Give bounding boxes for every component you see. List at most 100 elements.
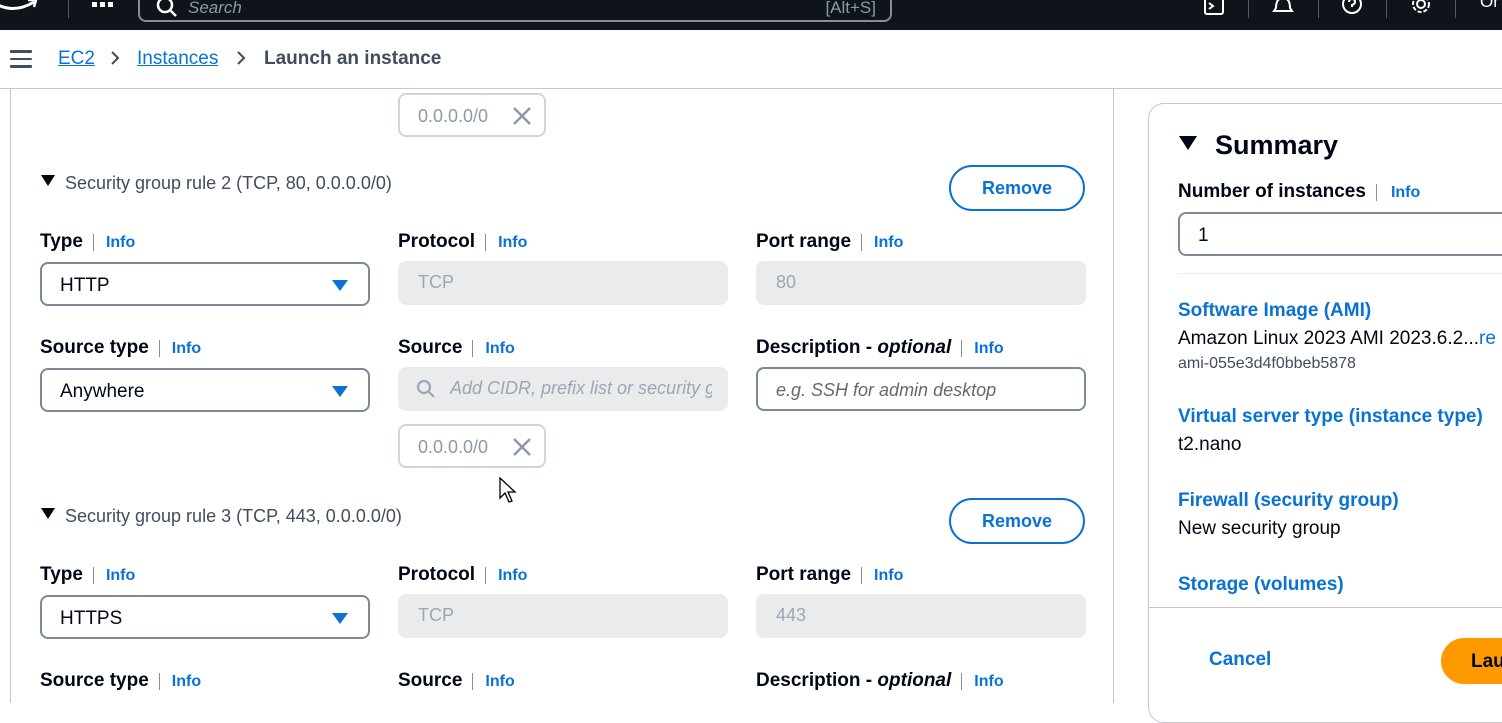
remove-rule-button[interactable]: Remove xyxy=(949,165,1085,211)
port-range-value: 443 xyxy=(776,605,807,625)
info-link[interactable]: Info xyxy=(92,234,136,251)
info-link[interactable]: Info xyxy=(92,567,136,584)
rule-heading-text: Security group rule 3 (TCP, 443, 0.0.0.0… xyxy=(65,506,402,526)
source-label-text: Source xyxy=(398,670,463,691)
info-link[interactable]: Info xyxy=(472,340,515,357)
description-input[interactable]: e.g. SSH for admin desktop xyxy=(756,367,1086,411)
source-token-value: 0.0.0.0/0 xyxy=(418,437,489,457)
ami-id: ami-055e3d4f0bbeb5878 xyxy=(1178,355,1356,372)
protocol-label: Protocol Info xyxy=(398,231,528,253)
bell-icon[interactable] xyxy=(1271,0,1295,18)
type-label: Type Info xyxy=(40,231,136,253)
info-link[interactable]: Info xyxy=(1375,184,1421,201)
caret-down-icon xyxy=(1179,136,1197,150)
type-select-value: HTTPS xyxy=(60,608,123,629)
optional-text: optional xyxy=(877,670,952,691)
firewall-link[interactable]: Firewall (security group) xyxy=(1178,490,1399,512)
cloudshell-icon[interactable] xyxy=(1202,0,1226,18)
search-icon xyxy=(416,379,435,398)
source-type-label: Source type Info xyxy=(40,337,202,359)
gear-icon[interactable] xyxy=(1409,0,1433,18)
source-type-label-text: Source type xyxy=(40,337,149,358)
source-token: 0.0.0.0/0 xyxy=(398,424,546,468)
account-menu[interactable]: Or xyxy=(1480,0,1499,12)
type-select[interactable]: HTTPS xyxy=(40,595,370,639)
divider xyxy=(68,0,69,18)
description-placeholder: e.g. SSH for admin desktop xyxy=(776,380,997,400)
protocol-label: Protocol Info xyxy=(398,564,528,586)
source-label: Source Info xyxy=(398,670,515,692)
menu-icon[interactable] xyxy=(10,50,32,68)
info-link[interactable]: Info xyxy=(961,673,1004,690)
launch-button-label: Lau xyxy=(1471,651,1502,672)
caret-down-icon xyxy=(332,386,348,397)
port-range-label: Port range Info xyxy=(756,564,904,586)
summary-heading[interactable]: Summary xyxy=(1179,130,1338,161)
remove-rule-button[interactable]: Remove xyxy=(949,498,1085,544)
storage-link[interactable]: Storage (volumes) xyxy=(1178,574,1344,596)
info-link[interactable]: Info xyxy=(861,567,904,584)
divider xyxy=(1248,0,1249,18)
source-type-select[interactable]: Anywhere xyxy=(40,368,370,412)
optional-text: optional xyxy=(877,337,952,358)
description-label-text: Description - xyxy=(756,337,878,358)
divider xyxy=(1318,0,1319,18)
source-label: Source Info xyxy=(398,337,515,359)
breadcrumb-current: Launch an instance xyxy=(264,48,442,69)
search-placeholder: Search xyxy=(188,0,242,17)
protocol-field: TCP xyxy=(398,261,728,305)
type-label-text: Type xyxy=(40,231,83,252)
port-range-field: 80 xyxy=(756,261,1086,305)
chevron-right-icon xyxy=(111,51,120,65)
summary-panel: Summary Number of instances Info 1 Softwa… xyxy=(1148,103,1502,723)
source-type-value: Anywhere xyxy=(60,381,145,402)
info-link[interactable]: Info xyxy=(472,673,515,690)
cancel-button[interactable]: Cancel xyxy=(1209,649,1271,671)
port-range-label: Port range Info xyxy=(756,231,904,253)
info-link[interactable]: Info xyxy=(158,340,202,357)
info-link[interactable]: Info xyxy=(485,234,528,251)
info-link[interactable]: Info xyxy=(961,340,1004,357)
divider xyxy=(1178,273,1502,274)
divider xyxy=(1386,0,1387,18)
source-label-text: Source xyxy=(398,337,463,358)
summary-footer: Cancel Lau xyxy=(1149,607,1502,722)
type-select[interactable]: HTTP xyxy=(40,262,370,306)
ami-value: Amazon Linux 2023 AMI 2023.6.2...re xyxy=(1178,328,1496,350)
rule-heading[interactable]: Security group rule 3 (TCP, 443, 0.0.0.0… xyxy=(41,506,402,527)
search-input[interactable]: Search [Alt+S] xyxy=(138,0,892,22)
port-range-field: 443 xyxy=(756,594,1086,638)
source-search-input: Add CIDR, prefix list or security group xyxy=(398,367,728,411)
breadcrumb-instances[interactable]: Instances xyxy=(137,48,218,70)
protocol-value: TCP xyxy=(418,272,454,292)
info-link[interactable]: Info xyxy=(861,234,904,251)
top-navigation-bar: Search [Alt+S] Or xyxy=(0,0,1502,30)
protocol-field: TCP xyxy=(398,594,728,638)
close-icon[interactable] xyxy=(512,106,532,126)
protocol-label-text: Protocol xyxy=(398,231,476,252)
description-label: Description - optional Info xyxy=(756,337,1004,359)
launch-instance-button[interactable]: Lau xyxy=(1441,638,1502,684)
instance-type-link[interactable]: Virtual server type (instance type) xyxy=(1178,406,1483,428)
source-placeholder: Add CIDR, prefix list or security group xyxy=(450,378,712,398)
protocol-value: TCP xyxy=(418,605,454,625)
type-label-text: Type xyxy=(40,564,83,585)
help-icon[interactable] xyxy=(1340,0,1364,18)
summary-title: Summary xyxy=(1215,130,1339,160)
search-shortcut: [Alt+S] xyxy=(825,0,876,17)
info-link[interactable]: Info xyxy=(158,673,202,690)
ami-more-link[interactable]: re xyxy=(1479,328,1496,349)
ami-link[interactable]: Software Image (AMI) xyxy=(1178,300,1371,322)
description-label-text: Description - xyxy=(756,670,878,691)
aws-logo-icon[interactable] xyxy=(0,0,38,14)
source-token-value: 0.0.0.0/0 xyxy=(418,106,489,126)
breadcrumb-ec2[interactable]: EC2 xyxy=(58,48,95,70)
firewall-value: New security group xyxy=(1178,518,1341,539)
type-select-value: HTTP xyxy=(60,275,110,296)
info-link[interactable]: Info xyxy=(485,567,528,584)
number-of-instances-input[interactable]: 1 xyxy=(1178,212,1502,256)
caret-down-icon xyxy=(41,175,55,186)
services-grid-icon[interactable] xyxy=(90,0,114,16)
close-icon[interactable] xyxy=(512,437,532,457)
rule-heading[interactable]: Security group rule 2 (TCP, 80, 0.0.0.0/… xyxy=(41,173,392,194)
